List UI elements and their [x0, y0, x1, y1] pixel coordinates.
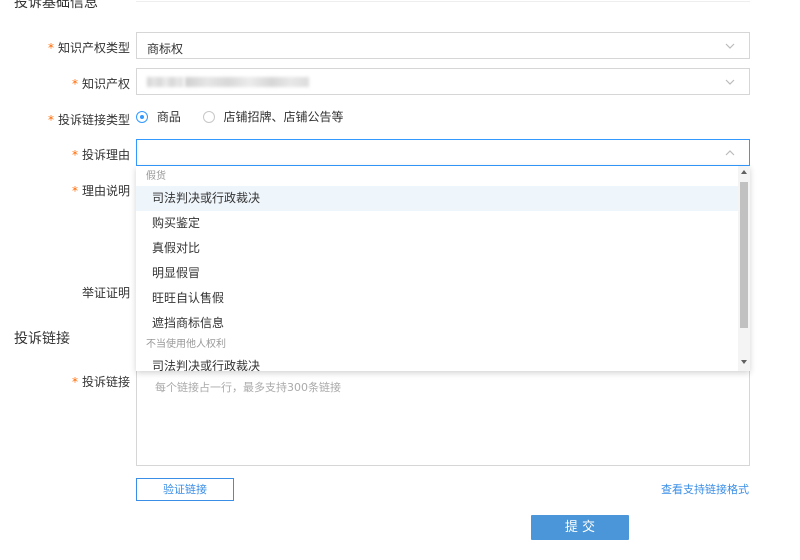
ip-select[interactable]: [136, 68, 750, 95]
links-placeholder: 每个链接占一行，最多支持300条链接: [155, 381, 341, 394]
link-type-label: * 投诉链接类型: [0, 111, 130, 128]
link-type-label-text: 投诉链接类型: [57, 113, 130, 127]
blurred-value: [185, 77, 309, 87]
dropdown-option[interactable]: 购买鉴定: [136, 211, 750, 236]
reason-label-text: 投诉理由: [81, 148, 130, 162]
explanation-label-text: 理由说明: [81, 184, 130, 198]
dropdown-option[interactable]: 旺旺自认售假: [136, 286, 750, 311]
reason-label: * 投诉理由: [0, 146, 130, 163]
supported-link-format-link[interactable]: 查看支持链接格式: [661, 481, 750, 497]
section-title-basic-info: 投诉基础信息: [14, 0, 98, 11]
dropdown-group-misuse: 不当使用他人权利: [146, 339, 226, 350]
required-mark: *: [71, 375, 78, 389]
evidence-label: 举证证明: [0, 284, 130, 301]
required-mark: *: [71, 77, 78, 91]
radio-goods-label[interactable]: 商品: [157, 110, 181, 124]
chevron-down-icon: [725, 43, 735, 49]
section-divider: [136, 1, 750, 2]
ip-type-label: * 知识产权类型: [0, 39, 130, 56]
ip-type-label-text: 知识产权类型: [57, 41, 130, 55]
required-mark: *: [47, 41, 54, 55]
link-type-radio-group: 商品 店铺招牌、店铺公告等: [136, 110, 344, 126]
dropdown-option[interactable]: 真假对比: [136, 236, 750, 261]
evidence-label-text: 举证证明: [81, 286, 130, 300]
scroll-up-arrow-icon[interactable]: [741, 170, 747, 174]
dropdown-option[interactable]: 司法判决或行政裁决: [136, 186, 750, 211]
ip-type-select[interactable]: 商标权: [136, 32, 750, 59]
required-mark: *: [47, 113, 54, 127]
scroll-down-arrow-icon[interactable]: [741, 360, 747, 364]
scrollbar-thumb[interactable]: [740, 182, 748, 328]
ip-label-text: 知识产权: [81, 77, 130, 91]
explanation-label: * 理由说明: [0, 182, 130, 199]
dropdown-option[interactable]: 遮挡商标信息: [136, 311, 750, 336]
dropdown-group-fake: 假货: [146, 171, 166, 182]
dropdown-option[interactable]: 明显假冒: [136, 261, 750, 286]
dropdown-scrollbar[interactable]: [738, 166, 750, 371]
verify-links-button[interactable]: 验证链接: [136, 478, 234, 501]
section-title-complaint-links: 投诉链接: [14, 331, 70, 347]
ip-type-value: 商标权: [147, 42, 184, 56]
links-textarea[interactable]: 每个链接占一行，最多支持300条链接: [136, 368, 750, 466]
required-mark: *: [71, 184, 78, 198]
reason-dropdown: 假货 司法判决或行政裁决 购买鉴定 真假对比 明显假冒 旺旺自认售假 遮挡商标信…: [136, 166, 750, 371]
radio-shop-sign[interactable]: [202, 111, 215, 123]
links-label-text: 投诉链接: [81, 375, 130, 389]
reason-select[interactable]: [136, 139, 750, 166]
chevron-up-icon: [725, 150, 735, 156]
submit-button[interactable]: 提 交: [531, 515, 629, 540]
radio-goods[interactable]: [136, 111, 148, 123]
radio-shop-sign-label[interactable]: 店铺招牌、店铺公告等: [224, 110, 344, 124]
required-mark: *: [71, 148, 78, 162]
links-label: * 投诉链接: [0, 373, 130, 390]
ip-label: * 知识产权: [0, 75, 130, 92]
chevron-down-icon: [725, 79, 735, 85]
blurred-value: [147, 77, 183, 87]
dropdown-option[interactable]: 司法判决或行政裁决: [136, 354, 750, 371]
